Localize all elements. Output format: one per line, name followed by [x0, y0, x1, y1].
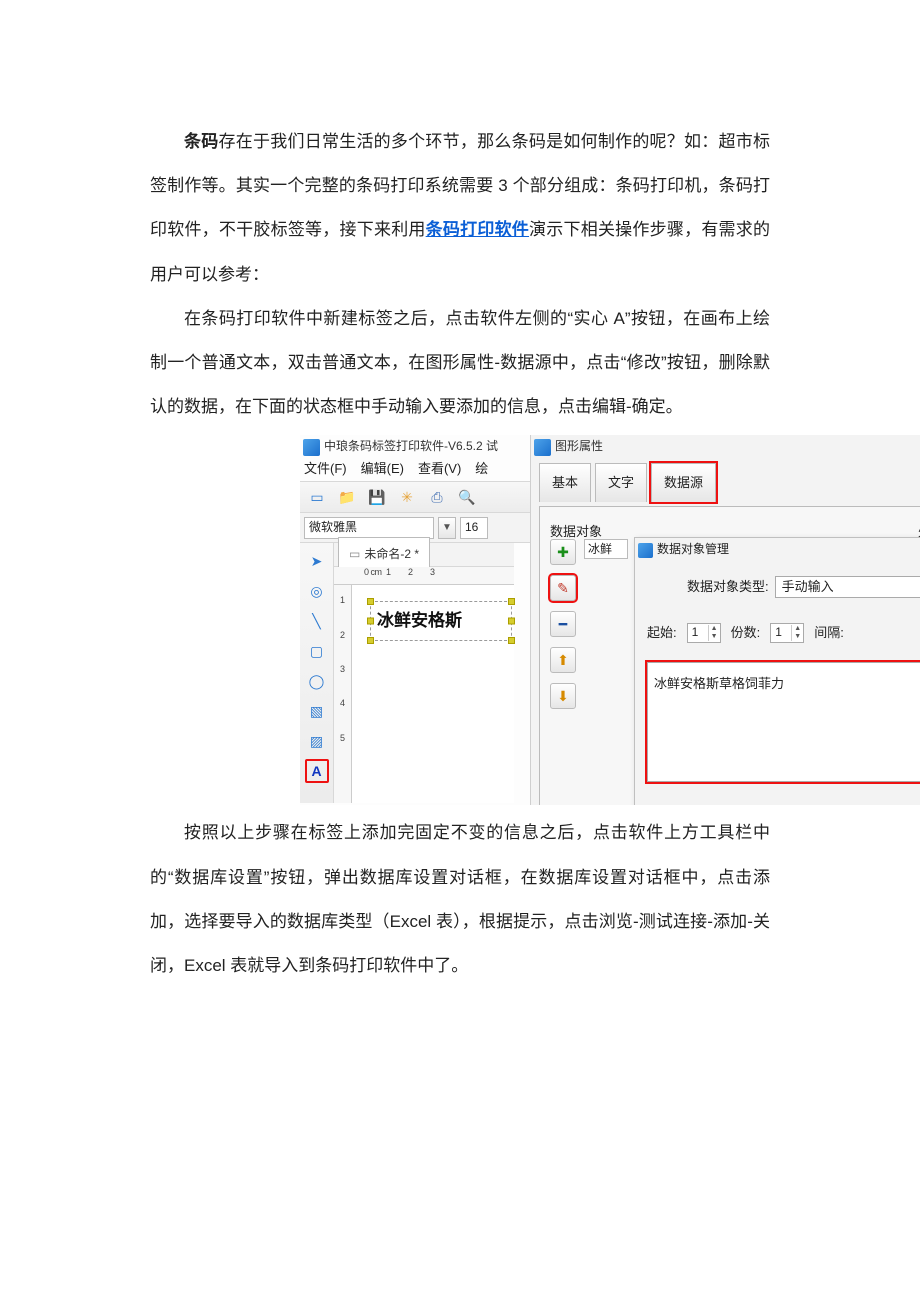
font-family-drop-icon[interactable]: ▼	[438, 517, 456, 539]
menu-draw[interactable]: 绘	[475, 452, 488, 486]
print-icon[interactable]: ⎙	[426, 486, 448, 508]
start-spinner[interactable]: 1 ▲▼	[687, 623, 721, 643]
move-up-icon[interactable]: ⬆	[550, 647, 576, 673]
paragraph-3: 按照以上步骤在标签上添加完固定不变的信息之后，点击软件上方工具栏中的“数据库设置…	[150, 811, 770, 988]
resize-handle[interactable]	[508, 598, 515, 605]
selected-text-object[interactable]: 冰鲜安格斯	[370, 601, 512, 641]
type-select[interactable]: 手动输入 ▼	[775, 576, 920, 598]
subdialog-title: 数据对象管理	[657, 534, 729, 565]
doc-tab-icon: ▭	[349, 539, 360, 570]
paragraph-2: 在条码打印软件中新建标签之后，点击软件左侧的“实心 A”按钮，在画布上绘制一个普…	[150, 297, 770, 430]
font-family-select[interactable]: 微软雅黑	[304, 517, 434, 539]
type-label: 数据对象类型:	[687, 570, 769, 604]
gap-label: 间隔:	[814, 616, 844, 650]
content-value: 冰鲜安格斯草格饲菲力	[654, 676, 784, 691]
move-down-icon[interactable]: ⬇	[550, 683, 576, 709]
tab-datasource[interactable]: 数据源	[651, 463, 716, 502]
gear-icon[interactable]: ✳	[396, 486, 418, 508]
app-title: 中琅条码标签打印软件-V6.5.2 试	[324, 435, 498, 462]
content-input[interactable]: 冰鲜安格斯草格饲菲力	[647, 662, 920, 782]
font-size-select[interactable]: 16	[460, 517, 488, 539]
data-object-list[interactable]: 冰鲜	[584, 539, 628, 559]
barcode-software-link[interactable]: 条码打印软件	[426, 220, 529, 239]
paragraph-1: 条码存在于我们日常生活的多个环节，那么条码是如何制作的呢？如：超市标签制作等。其…	[150, 120, 770, 297]
open-folder-icon[interactable]: 📁	[336, 486, 358, 508]
roundrect-tool-icon[interactable]: ▢	[305, 639, 329, 663]
edit-item-icon[interactable]: ✎	[550, 575, 576, 601]
graphic-properties-dialog: 图形属性 基本 文字 数据源 数据对象 处理方 ✚ ✎ ━ ⬆ ⬇ 冰鲜 数据对…	[530, 435, 920, 805]
new-doc-icon[interactable]: ▭	[306, 486, 328, 508]
resize-handle[interactable]	[367, 598, 374, 605]
canvas[interactable]: 冰鲜安格斯	[352, 585, 514, 803]
line-tool-icon[interactable]: ╲	[305, 609, 329, 633]
side-toolbar: ➤ ◎ ╲ ▢ ◯ ▧ ▨ A	[300, 543, 334, 803]
text-tool-icon[interactable]: A	[305, 759, 329, 783]
resize-handle[interactable]	[367, 637, 374, 644]
resize-handle[interactable]	[508, 618, 515, 625]
app-screenshot: 中琅条码标签打印软件-V6.5.2 试 文件(F) 编辑(E) 查看(V) 绘 …	[300, 435, 920, 805]
resize-handle[interactable]	[367, 618, 374, 625]
bold-lead: 条码	[184, 132, 219, 151]
type-value: 手动输入	[782, 570, 834, 604]
image2-tool-icon[interactable]: ▨	[305, 729, 329, 753]
save-icon[interactable]: 💾	[366, 486, 388, 508]
resize-handle[interactable]	[508, 637, 515, 644]
ellipse-tool-icon[interactable]: ◯	[305, 669, 329, 693]
dialog-title: 图形属性	[555, 435, 603, 462]
tab-basic[interactable]: 基本	[539, 463, 591, 502]
zoom-icon[interactable]: 🔍	[456, 486, 478, 508]
data-object-manage-dialog: 数据对象管理 数据对象类型: 手动输入 ▼ 起始: 1 ▲▼	[634, 537, 920, 805]
remove-item-icon[interactable]: ━	[550, 611, 576, 637]
dialog-tabs: 基本 文字 数据源	[531, 457, 920, 502]
image-tool-icon[interactable]: ▧	[305, 699, 329, 723]
datasource-panel: 数据对象 处理方 ✚ ✎ ━ ⬆ ⬇ 冰鲜 数据对象管理 数据对象类型:	[539, 506, 920, 805]
dialog-icon	[534, 439, 551, 456]
ruler-vertical: 1 2 3 4 5	[334, 585, 352, 803]
count-label: 份数:	[731, 616, 761, 650]
start-label: 起始:	[647, 616, 677, 650]
add-item-icon[interactable]: ✚	[550, 539, 576, 565]
pan-tool-icon[interactable]: ◎	[305, 579, 329, 603]
subdialog-icon	[638, 543, 653, 558]
canvas-text: 冰鲜安格斯	[377, 599, 462, 643]
pointer-tool-icon[interactable]: ➤	[305, 549, 329, 573]
ruler-horizontal: 0 cm 1 2 3	[334, 567, 514, 585]
tab-text[interactable]: 文字	[595, 463, 647, 502]
count-spinner[interactable]: 1 ▲▼	[770, 623, 804, 643]
